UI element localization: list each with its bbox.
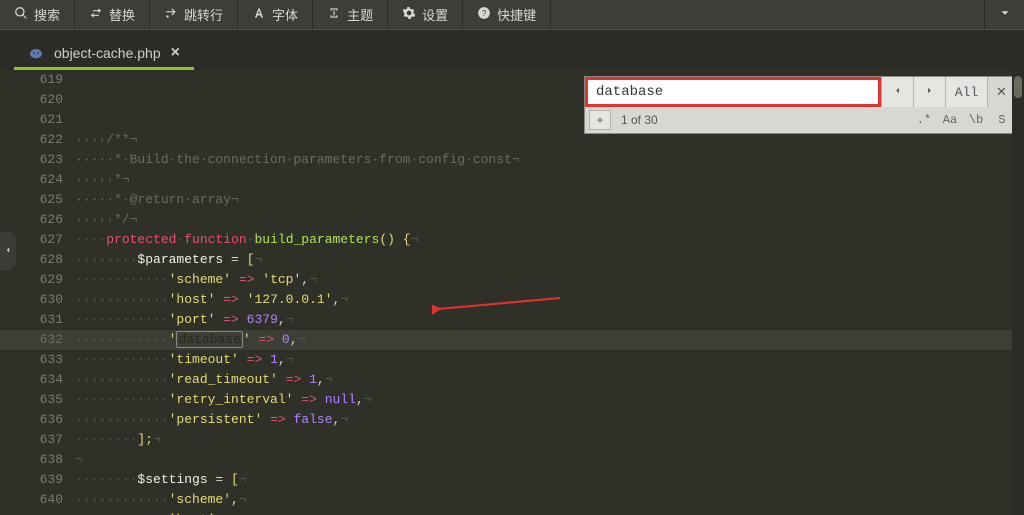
shortcuts-icon: ?	[477, 6, 491, 23]
settings-icon	[402, 6, 416, 23]
toolbar-theme[interactable]: 主题	[313, 0, 388, 29]
search-prev-button[interactable]	[881, 77, 913, 107]
code-line[interactable]: ········$settings = [¬	[75, 470, 1024, 490]
search-opt-wholeword[interactable]: \b	[963, 113, 989, 127]
search-close-button[interactable]: ✕	[987, 77, 1015, 107]
search-all-button[interactable]: All	[945, 77, 987, 107]
tab-filename: object-cache.php	[54, 45, 161, 61]
code-line[interactable]: ············'read_timeout' => 1,¬	[75, 370, 1024, 390]
tab-bar: object-cache.php ×	[0, 30, 1024, 70]
toolbar-replace[interactable]: 替换	[75, 0, 150, 29]
code-line[interactable]: ·····*/¬	[75, 210, 1024, 230]
chevron-left-icon	[892, 85, 903, 100]
toolbar-label: 搜索	[34, 5, 60, 24]
toolbar-label: 主题	[347, 5, 373, 24]
toolbar-label: 字体	[272, 5, 298, 24]
code-line[interactable]: ¬	[75, 450, 1024, 470]
toolbar-label: 替换	[109, 5, 135, 24]
toolbar-label: 快捷键	[497, 5, 536, 24]
code-line[interactable]: ········];¬	[75, 430, 1024, 450]
toolbar-overflow[interactable]	[984, 0, 1024, 29]
chevron-right-icon	[924, 85, 935, 100]
code-line[interactable]: ············'host' => '127.0.0.1',¬	[75, 290, 1024, 310]
code-line[interactable]: ············'host',¬	[75, 510, 1024, 515]
chevron-left-icon	[3, 242, 13, 260]
search-result-count: 1 of 30	[621, 113, 911, 127]
code-line[interactable]: ····protected·function·build_parameters(…	[75, 230, 1024, 250]
code-area[interactable]: ····/**¬·····*·Build·the·connection·para…	[75, 70, 1024, 515]
search-opt-regex[interactable]: .*	[911, 113, 937, 127]
gutter: 6196206216226236246256266276286296306316…	[0, 70, 75, 515]
goto-line-icon	[164, 6, 178, 23]
code-line[interactable]: ·····*·@return·array¬	[75, 190, 1024, 210]
toolbar-settings[interactable]: 设置	[388, 0, 463, 29]
toolbar-goto-line[interactable]: 跳转行	[150, 0, 238, 29]
search-icon	[14, 6, 28, 23]
toolbar-font[interactable]: 字体	[238, 0, 313, 29]
code-line[interactable]: ············'scheme',¬	[75, 490, 1024, 510]
search-expand-button[interactable]: +	[589, 110, 611, 130]
code-line[interactable]: ············'timeout' => 1,¬	[75, 350, 1024, 370]
search-input[interactable]	[585, 77, 881, 107]
close-icon: ✕	[996, 85, 1007, 100]
font-icon	[252, 6, 266, 23]
panel-expand-handle[interactable]	[0, 232, 16, 270]
search-opt-case[interactable]: Aa	[937, 113, 963, 127]
toolbar: 搜索 替换 跳转行 字体 主题 设置 ? 快捷键	[0, 0, 1024, 30]
search-panel: All ✕ + 1 of 30 .* Aa \b S	[584, 76, 1016, 134]
toolbar-label: 跳转行	[184, 5, 223, 24]
code-line[interactable]: ············'persistent' => false,¬	[75, 410, 1024, 430]
scrollbar-thumb[interactable]	[1014, 76, 1022, 98]
code-line[interactable]: ············'port' => 6379,¬	[75, 310, 1024, 330]
theme-icon	[327, 6, 341, 23]
code-line[interactable]: ············'scheme' => 'tcp',¬	[75, 270, 1024, 290]
svg-text:?: ?	[482, 9, 487, 18]
close-icon[interactable]: ×	[171, 44, 180, 62]
code-line[interactable]: ·····*¬	[75, 170, 1024, 190]
tab-active[interactable]: object-cache.php ×	[14, 38, 194, 70]
code-line[interactable]: ·····*·Build·the·connection·parameters·f…	[75, 150, 1024, 170]
editor[interactable]: 6196206216226236246256266276286296306316…	[0, 70, 1024, 515]
code-line[interactable]: ········$parameters = [¬	[75, 250, 1024, 270]
toolbar-shortcuts[interactable]: ? 快捷键	[463, 0, 551, 29]
replace-icon	[89, 6, 103, 23]
scrollbar[interactable]	[1012, 70, 1024, 515]
code-line[interactable]: ············'database' => 0,¬	[75, 330, 1024, 350]
search-next-button[interactable]	[913, 77, 945, 107]
toolbar-label: 设置	[422, 5, 448, 24]
php-file-icon	[28, 45, 44, 61]
code-line[interactable]: ············'retry_interval' => null,¬	[75, 390, 1024, 410]
chevron-down-icon	[998, 6, 1012, 23]
toolbar-search[interactable]: 搜索	[0, 0, 75, 29]
